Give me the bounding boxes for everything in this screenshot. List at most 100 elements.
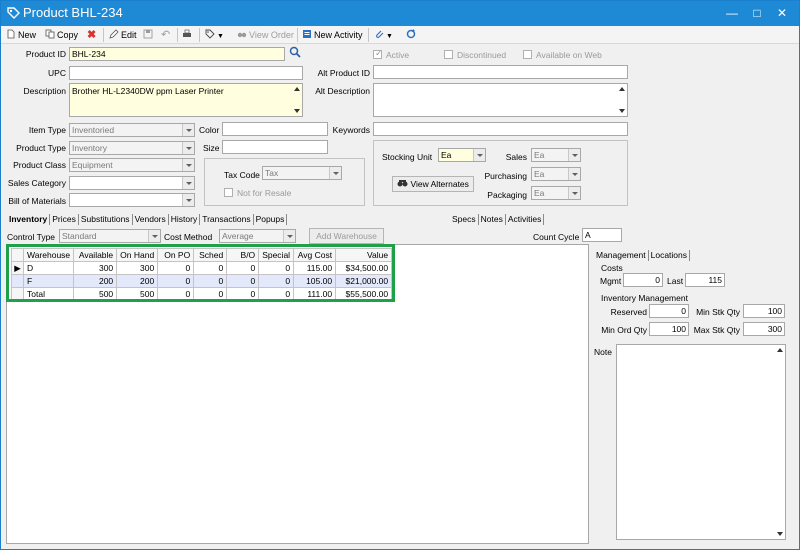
toolbar-separator bbox=[297, 28, 298, 42]
mgmt-cost-input[interactable]: 0 bbox=[623, 273, 663, 287]
max-stk-qty-input[interactable]: 300 bbox=[743, 322, 785, 336]
min-ord-qty-input[interactable]: 100 bbox=[649, 322, 689, 336]
keywords-input[interactable] bbox=[373, 122, 628, 136]
bill-of-materials-select[interactable] bbox=[69, 193, 195, 207]
control-type-select[interactable]: Standard bbox=[59, 229, 161, 243]
tag-dropdown-icon[interactable]: ▼ bbox=[205, 27, 224, 43]
edit-button[interactable]: Edit bbox=[109, 27, 137, 43]
note-label: Note bbox=[594, 347, 612, 357]
secondary-tabs: Specs Notes Activities bbox=[450, 214, 545, 225]
sales-category-select[interactable] bbox=[69, 176, 195, 190]
product-class-select[interactable]: Equipment bbox=[69, 158, 195, 172]
sales-unit-select[interactable]: Ea bbox=[531, 148, 581, 162]
tab-inventory[interactable]: Inventory bbox=[7, 214, 51, 225]
product-type-value: Inventory bbox=[72, 143, 107, 153]
new-activity-button[interactable]: New Activity bbox=[302, 27, 363, 43]
tax-code-select[interactable]: Tax bbox=[262, 166, 342, 180]
discontinued-checkbox[interactable]: Discontinued bbox=[444, 50, 506, 60]
control-type-value: Standard bbox=[62, 231, 97, 241]
product-id-label: Product ID bbox=[25, 49, 66, 59]
search-icon[interactable] bbox=[289, 46, 301, 60]
maximize-button[interactable]: □ bbox=[744, 3, 770, 23]
tab-management[interactable]: Management bbox=[594, 250, 649, 261]
not-for-resale-checkbox[interactable]: Not for Resale bbox=[224, 188, 291, 198]
tab-notes[interactable]: Notes bbox=[479, 214, 506, 225]
active-checkbox[interactable]: Active bbox=[373, 48, 409, 60]
item-type-select[interactable]: Inventoried bbox=[69, 123, 195, 137]
stocking-unit-value: Ea bbox=[441, 150, 452, 160]
binoculars-icon bbox=[397, 180, 408, 187]
last-cost-input[interactable]: 115 bbox=[685, 273, 725, 287]
toolbar-separator bbox=[199, 28, 200, 42]
description-label: Description bbox=[23, 86, 66, 96]
attachment-icon[interactable]: ▼ bbox=[374, 27, 393, 43]
minimize-button[interactable]: — bbox=[719, 3, 745, 23]
note-scroll-down-icon[interactable] bbox=[777, 532, 783, 536]
tab-popups[interactable]: Popups bbox=[254, 214, 288, 225]
product-id-input[interactable]: BHL-234 bbox=[69, 47, 285, 61]
tab-activities[interactable]: Activities bbox=[506, 214, 545, 225]
sales-category-label: Sales Category bbox=[7, 178, 66, 188]
tab-locations[interactable]: Locations bbox=[649, 250, 691, 261]
add-warehouse-button[interactable]: Add Warehouse bbox=[309, 228, 384, 244]
note-textarea[interactable] bbox=[616, 344, 786, 540]
size-input[interactable] bbox=[222, 140, 328, 154]
sales-unit-value: Ea bbox=[534, 150, 545, 160]
active-box[interactable] bbox=[373, 48, 383, 59]
tab-vendors[interactable]: Vendors bbox=[133, 214, 169, 225]
reserved-input[interactable]: 0 bbox=[649, 304, 689, 318]
alt-product-id-input[interactable] bbox=[373, 65, 628, 79]
undo-icon[interactable]: ↶ bbox=[161, 27, 170, 43]
keywords-label: Keywords bbox=[332, 125, 370, 135]
available-on-web-box[interactable] bbox=[523, 50, 532, 59]
close-window-button[interactable]: ✕ bbox=[769, 3, 795, 23]
new-activity-label: New Activity bbox=[314, 30, 363, 40]
tab-transactions[interactable]: Transactions bbox=[200, 214, 254, 225]
tab-prices[interactable]: Prices bbox=[50, 214, 79, 225]
new-button[interactable]: New bbox=[6, 27, 36, 43]
product-type-select[interactable]: Inventory bbox=[69, 141, 195, 155]
upc-input[interactable] bbox=[69, 66, 303, 80]
activity-icon bbox=[303, 30, 311, 38]
description-input[interactable]: Brother HL-L2340DW ppm Laser Printer bbox=[69, 83, 303, 117]
cost-method-select[interactable]: Average bbox=[219, 229, 296, 243]
view-alternates-label: View Alternates bbox=[410, 179, 469, 189]
color-label: Color bbox=[199, 125, 220, 135]
tab-substitutions[interactable]: Substitutions bbox=[79, 214, 133, 225]
note-scroll-up-icon[interactable] bbox=[777, 348, 783, 352]
window-title: Product BHL-234 bbox=[23, 5, 123, 20]
delete-icon[interactable]: ✖ bbox=[87, 27, 96, 43]
view-order-button[interactable]: View Order bbox=[237, 27, 294, 43]
packaging-unit-select[interactable]: Ea bbox=[531, 186, 581, 200]
highlight-box bbox=[6, 244, 395, 302]
max-stk-qty-label: Max Stk Qty bbox=[693, 325, 740, 335]
color-input[interactable] bbox=[222, 122, 328, 136]
tab-history[interactable]: History bbox=[169, 214, 201, 225]
edit-label: Edit bbox=[121, 30, 137, 40]
not-for-resale-box[interactable] bbox=[224, 188, 233, 197]
min-stk-qty-label: Min Stk Qty bbox=[696, 307, 740, 317]
product-type-label: Product Type bbox=[16, 143, 66, 153]
size-label: Size bbox=[203, 143, 220, 153]
description-scrollbar[interactable] bbox=[292, 84, 302, 116]
copy-button[interactable]: Copy bbox=[45, 27, 78, 43]
product-tag-icon bbox=[7, 7, 20, 19]
view-alternates-button[interactable]: View Alternates bbox=[392, 176, 474, 192]
save-icon[interactable] bbox=[143, 27, 155, 43]
purchasing-unit-select[interactable]: Ea bbox=[531, 167, 581, 181]
stocking-unit-select[interactable]: Ea bbox=[438, 148, 486, 162]
available-on-web-checkbox[interactable]: Available on Web bbox=[523, 50, 602, 60]
discontinued-box[interactable] bbox=[444, 50, 453, 59]
product-class-value: Equipment bbox=[72, 160, 113, 170]
count-cycle-input[interactable]: A bbox=[582, 228, 622, 242]
copy-label: Copy bbox=[57, 30, 79, 40]
alt-description-input[interactable] bbox=[373, 83, 628, 117]
refresh-icon[interactable] bbox=[406, 27, 418, 43]
print-icon[interactable] bbox=[182, 27, 194, 43]
min-stk-qty-input[interactable]: 100 bbox=[743, 304, 785, 318]
management-tabs: Management Locations bbox=[594, 250, 691, 261]
reserved-label: Reserved bbox=[610, 307, 647, 317]
tab-specs[interactable]: Specs bbox=[450, 214, 479, 225]
product-window: Product BHL-234 — □ ✕ New Copy ✖ Edit ↶ … bbox=[0, 0, 800, 550]
alt-description-scrollbar[interactable] bbox=[617, 84, 627, 116]
